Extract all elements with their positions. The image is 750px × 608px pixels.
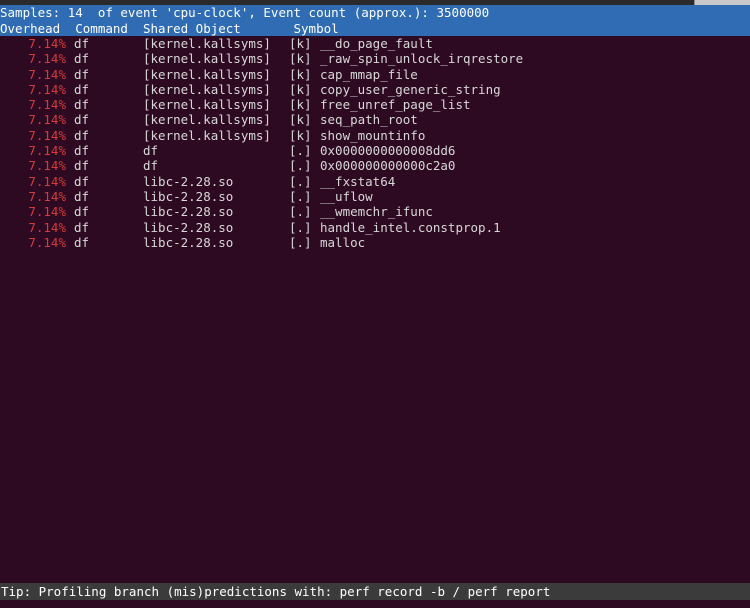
table-row[interactable]: 7.14% df libc-2.28.so [.] __uflow (0, 189, 750, 204)
row-overhead: 7.14% (0, 67, 66, 82)
row-symbol-marker: [k] (289, 51, 312, 66)
row-shared-object: df (143, 143, 158, 158)
row-overhead: 7.14% (0, 204, 66, 219)
row-symbol-marker: [k] (289, 112, 312, 127)
row-symbol: __wmemchr_ifunc (320, 204, 433, 219)
row-symbol: free_unref_page_list (320, 97, 471, 112)
row-shared-object: libc-2.28.so (143, 174, 233, 189)
row-symbol-marker: [k] (289, 128, 312, 143)
row-symbol-marker: [k] (289, 36, 312, 51)
row-symbol: 0x000000000000c2a0 (320, 158, 455, 173)
row-command: df (74, 97, 89, 112)
table-row[interactable]: 7.14% df [kernel.kallsyms] [k] __do_page_fau… (0, 36, 750, 51)
row-symbol-marker: [.] (289, 204, 312, 219)
table-row[interactable]: 7.14% df df [.] 0x000000000000c2a0 (0, 158, 750, 173)
row-shared-object: libc-2.28.so (143, 189, 233, 204)
row-symbol-marker: [.] (289, 174, 312, 189)
perf-report-window: Samples: 14 of event 'cpu-clock', Event … (0, 0, 750, 608)
table-row[interactable]: 7.14% df [kernel.kallsyms] [k] cap_mmap_file (0, 67, 750, 82)
table-row[interactable]: 7.14% df [kernel.kallsyms] [k] copy_user_gen… (0, 82, 750, 97)
row-command: df (74, 174, 89, 189)
row-symbol: copy_user_generic_string (320, 82, 501, 97)
row-symbol: handle_intel.constprop.1 (320, 220, 501, 235)
row-symbol-marker: [.] (289, 158, 312, 173)
row-command: df (74, 158, 89, 173)
row-symbol-marker: [.] (289, 143, 312, 158)
row-symbol: __do_page_fault (320, 36, 433, 51)
row-overhead: 7.14% (0, 97, 66, 112)
table-row[interactable]: 7.14% df [kernel.kallsyms] [k] free_unref_pa… (0, 97, 750, 112)
row-overhead: 7.14% (0, 143, 66, 158)
row-command: df (74, 204, 89, 219)
perf-report-rows: 7.14%df[kernel.kallsyms][k]__do_page_fau… (0, 36, 750, 250)
table-row[interactable]: 7.14% df libc-2.28.so [.] __wmemchr_ifunc (0, 204, 750, 219)
row-command: df (74, 128, 89, 143)
table-row[interactable]: 7.14% df libc-2.28.so [.] handle_intel.const… (0, 220, 750, 235)
row-overhead: 7.14% (0, 220, 66, 235)
row-overhead: 7.14% (0, 36, 66, 51)
row-symbol-marker: [.] (289, 235, 312, 250)
table-row[interactable]: 7.14% df libc-2.28.so [.] malloc (0, 235, 750, 250)
row-shared-object: df (143, 158, 158, 173)
row-command: df (74, 235, 89, 250)
samples-summary-line: Samples: 14 of event 'cpu-clock', Event … (0, 5, 750, 20)
row-shared-object: [kernel.kallsyms] (143, 82, 271, 97)
row-symbol: _raw_spin_unlock_irqrestore (320, 51, 523, 66)
row-overhead: 7.14% (0, 51, 66, 66)
row-shared-object: libc-2.28.so (143, 204, 233, 219)
row-shared-object: libc-2.28.so (143, 235, 233, 250)
row-overhead: 7.14% (0, 235, 66, 250)
table-row[interactable]: 7.14% df [kernel.kallsyms] [k] seq_path_root (0, 112, 750, 127)
row-overhead: 7.14% (0, 158, 66, 173)
row-shared-object: [kernel.kallsyms] (143, 97, 271, 112)
row-shared-object: [kernel.kallsyms] (143, 51, 271, 66)
row-shared-object: [kernel.kallsyms] (143, 36, 271, 51)
row-shared-object: [kernel.kallsyms] (143, 128, 271, 143)
row-symbol-marker: [.] (289, 220, 312, 235)
table-row[interactable]: 7.14% df libc-2.28.so [.] __fxstat64 (0, 174, 750, 189)
row-symbol: __fxstat64 (320, 174, 395, 189)
perf-header-band: Samples: 14 of event 'cpu-clock', Event … (0, 5, 750, 36)
table-row[interactable]: 7.14% df [kernel.kallsyms] [k] show_mountinf… (0, 128, 750, 143)
row-symbol: malloc (320, 235, 365, 250)
row-symbol-marker: [k] (289, 97, 312, 112)
row-overhead: 7.14% (0, 174, 66, 189)
row-command: df (74, 82, 89, 97)
table-row[interactable]: 7.14% df df [.] 0x0000000000008dd6 (0, 143, 750, 158)
row-overhead: 7.14% (0, 128, 66, 143)
row-symbol-marker: [k] (289, 82, 312, 97)
row-command: df (74, 220, 89, 235)
row-command: df (74, 36, 89, 51)
row-symbol: seq_path_root (320, 112, 418, 127)
row-shared-object: [kernel.kallsyms] (143, 67, 271, 82)
status-tip-bar: Tip: Profiling branch (mis)predictions w… (0, 583, 750, 600)
row-overhead: 7.14% (0, 189, 66, 204)
row-symbol: cap_mmap_file (320, 67, 418, 82)
row-command: df (74, 143, 89, 158)
row-symbol-marker: [.] (289, 189, 312, 204)
row-command: df (74, 112, 89, 127)
row-overhead: 7.14% (0, 112, 66, 127)
row-symbol: __uflow (320, 189, 373, 204)
row-shared-object: [kernel.kallsyms] (143, 112, 271, 127)
row-symbol-marker: [k] (289, 67, 312, 82)
row-symbol: show_mountinfo (320, 128, 425, 143)
row-command: df (74, 67, 89, 82)
row-overhead: 7.14% (0, 82, 66, 97)
row-shared-object: libc-2.28.so (143, 220, 233, 235)
row-command: df (74, 51, 89, 66)
row-symbol: 0x0000000000008dd6 (320, 143, 455, 158)
row-command: df (74, 189, 89, 204)
table-row[interactable]: 7.14% df [kernel.kallsyms] [k] _raw_spin_unl… (0, 51, 750, 66)
column-headers-line: Overhead Command Shared Object Symbol (0, 21, 750, 36)
